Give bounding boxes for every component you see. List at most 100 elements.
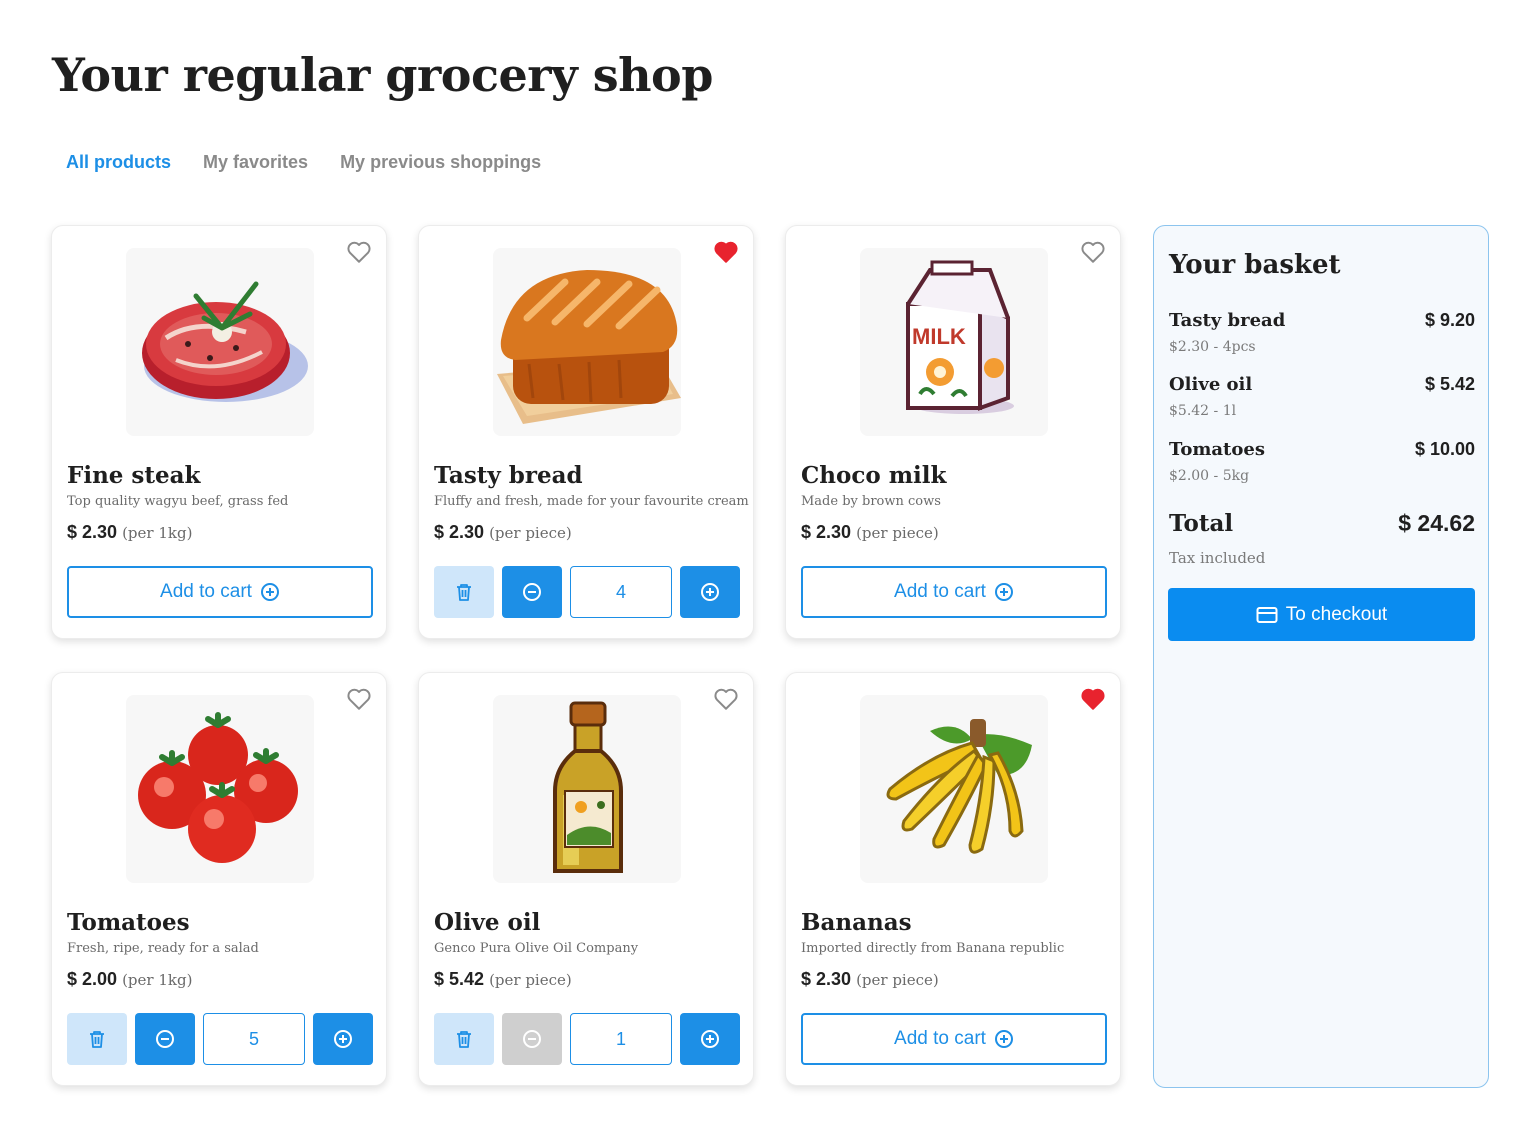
product-price: $ 2.30 (per 1kg): [67, 522, 192, 543]
trash-icon: [457, 584, 471, 601]
plus-circle-icon: [994, 1030, 1013, 1048]
basket-item: Tasty bread $2.30 - 4pcs $ 9.20: [1169, 310, 1475, 355]
heart-filled-icon[interactable]: [1080, 687, 1106, 711]
tab-all-products[interactable]: All products: [66, 152, 171, 173]
remove-button[interactable]: [434, 1013, 494, 1065]
remove-button[interactable]: [67, 1013, 127, 1065]
price-amount: $ 5.42: [434, 969, 485, 989]
plus-circle-icon: [994, 583, 1013, 601]
product-card: Olive oil Genco Pura Olive Oil Company $…: [418, 672, 754, 1086]
product-price: $ 5.42 (per piece): [434, 969, 572, 990]
plus-circle-icon: [701, 1030, 719, 1048]
product-card: Fine steak Top quality wagyu beef, grass…: [51, 225, 387, 639]
product-name: Tomatoes: [67, 909, 190, 936]
decrease-button[interactable]: [502, 566, 562, 618]
product-name: Choco milk: [801, 462, 947, 489]
tab-my-previous-shoppings[interactable]: My previous shoppings: [340, 152, 541, 173]
product-name: Tasty bread: [434, 462, 583, 489]
product-card: Tasty bread Fluffy and fresh, made for y…: [418, 225, 754, 639]
product-card: Tomatoes Fresh, ripe, ready for a salad …: [51, 672, 387, 1086]
price-unit: (per piece): [489, 971, 572, 989]
add-to-cart-button[interactable]: Add to cart: [801, 1013, 1107, 1065]
quantity-input[interactable]: [570, 1013, 672, 1065]
quantity-stepper: [434, 566, 740, 618]
heart-outline-icon[interactable]: [346, 240, 372, 264]
product-description: Top quality wagyu beef, grass fed: [67, 494, 289, 509]
product-description: Genco Pura Olive Oil Company: [434, 941, 639, 956]
price-unit: (per piece): [489, 524, 572, 542]
decrease-button[interactable]: [135, 1013, 195, 1065]
increase-button[interactable]: [680, 566, 740, 618]
price-amount: $ 2.00: [67, 969, 118, 989]
price-unit: (per piece): [856, 971, 939, 989]
price-amount: $ 2.30: [434, 522, 485, 542]
price-unit: (per piece): [856, 524, 939, 542]
heart-outline-icon[interactable]: [346, 687, 372, 711]
price-amount: $ 2.30: [801, 522, 852, 542]
increase-button[interactable]: [680, 1013, 740, 1065]
bananas-image: [860, 695, 1048, 883]
basket-item: Olive oil $5.42 - 1l $ 5.42: [1169, 374, 1475, 419]
plus-circle-icon: [701, 583, 719, 601]
basket-item-total: $ 9.20: [1424, 310, 1475, 330]
product-name: Bananas: [801, 909, 912, 936]
add-to-cart-label: Add to cart: [160, 581, 252, 602]
steak-image: [126, 248, 314, 436]
heart-outline-icon[interactable]: [713, 687, 739, 711]
quantity-stepper: [67, 1013, 373, 1065]
trash-icon: [90, 1031, 104, 1048]
tab-bar: All products My favorites My previous sh…: [66, 152, 541, 173]
tomatoes-image: [126, 695, 314, 883]
add-to-cart-button[interactable]: Add to cart: [67, 566, 373, 618]
checkout-label: To checkout: [1285, 603, 1388, 625]
decrease-button[interactable]: [502, 1013, 562, 1065]
quantity-input[interactable]: [570, 566, 672, 618]
product-card: Bananas Imported directly from Banana re…: [785, 672, 1121, 1086]
page-title: Your regular grocery shop: [52, 48, 713, 102]
product-description: Imported directly from Banana republic: [801, 941, 1065, 956]
heart-outline-icon[interactable]: [1080, 240, 1106, 264]
product-price: $ 2.30 (per piece): [801, 522, 939, 543]
quantity-input[interactable]: [203, 1013, 305, 1065]
basket-panel: Your basket Tasty bread $2.30 - 4pcs $ 9…: [1153, 225, 1489, 1088]
product-description: Made by brown cows: [801, 494, 941, 509]
plus-circle-icon: [334, 1030, 352, 1048]
product-card: MILK Choco milk Made by brown cows $ 2.3…: [785, 225, 1121, 639]
tax-note: Tax included: [1169, 549, 1266, 567]
increase-button[interactable]: [313, 1013, 373, 1065]
trash-icon: [457, 1031, 471, 1048]
add-to-cart-label: Add to cart: [894, 581, 986, 602]
basket-item-detail: $2.30 - 4pcs: [1169, 339, 1256, 355]
tab-my-favorites[interactable]: My favorites: [203, 152, 308, 173]
price-unit: (per 1kg): [122, 524, 193, 542]
product-description: Fluffy and fresh, made for your favourit…: [434, 494, 749, 509]
product-name: Fine steak: [67, 462, 201, 489]
price-amount: $ 2.30: [67, 522, 118, 542]
basket-total: Total $ 24.62 Tax included: [1169, 510, 1475, 567]
minus-circle-icon: [523, 583, 541, 601]
remove-button[interactable]: [434, 566, 494, 618]
price-amount: $ 2.30: [801, 969, 852, 989]
price-unit: (per 1kg): [122, 971, 193, 989]
checkout-button[interactable]: To checkout: [1168, 588, 1475, 641]
basket-title: Your basket: [1169, 250, 1341, 280]
product-price: $ 2.00 (per 1kg): [67, 969, 192, 990]
basket-item-total: $ 10.00: [1414, 439, 1475, 459]
quantity-stepper: [434, 1013, 740, 1065]
basket-item-detail: $5.42 - 1l: [1169, 403, 1237, 419]
milk-carton-image: MILK: [860, 248, 1048, 436]
add-to-cart-label: Add to cart: [894, 1028, 986, 1049]
add-to-cart-button[interactable]: Add to cart: [801, 566, 1107, 618]
plus-circle-icon: [260, 583, 279, 601]
product-price: $ 2.30 (per piece): [801, 969, 939, 990]
total-value: $ 24.62: [1398, 510, 1475, 536]
credit-card-icon: [1256, 606, 1278, 623]
heart-filled-icon[interactable]: [713, 240, 739, 264]
basket-item: Tomatoes $2.00 - 5kg $ 10.00: [1169, 439, 1475, 484]
olive-oil-bottle-image: [493, 695, 681, 883]
svg-text:MILK: MILK: [912, 324, 966, 349]
basket-item-total: $ 5.42: [1424, 374, 1475, 394]
product-description: Fresh, ripe, ready for a salad: [67, 941, 259, 956]
bread-image: [493, 248, 681, 436]
product-price: $ 2.30 (per piece): [434, 522, 572, 543]
